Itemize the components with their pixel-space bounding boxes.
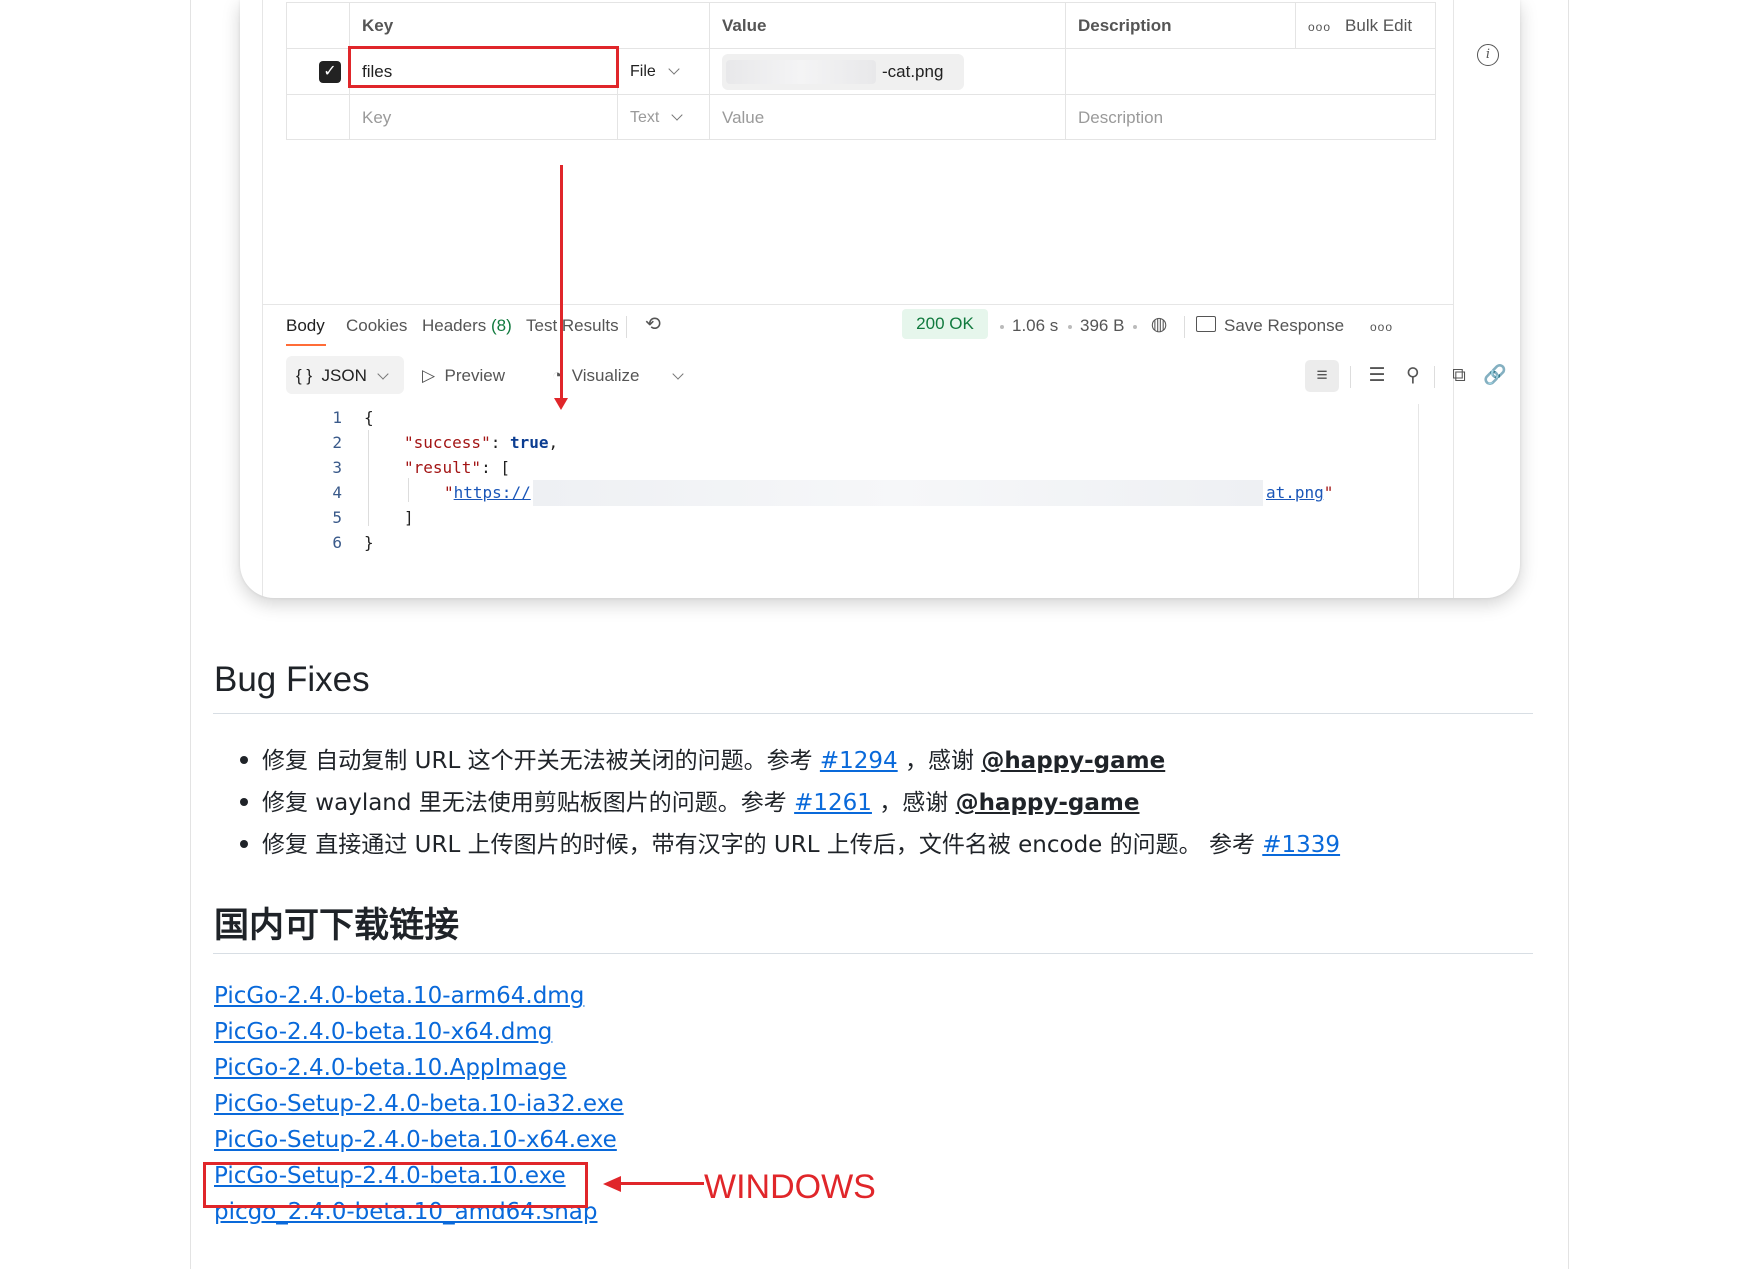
globe-icon[interactable]: ◍ (1146, 312, 1172, 338)
issue-link[interactable]: #1339 (1262, 832, 1340, 858)
play-icon: ▷ (422, 366, 436, 385)
download-link-x64-exe[interactable]: PicGo-Setup-2.4.0-beta.10-x64.exe (214, 1127, 617, 1153)
table-row-placeholder: Key Text Value Description (287, 95, 1435, 140)
type-select-placeholder[interactable]: Text (617, 95, 709, 140)
download-link-x64-dmg[interactable]: PicGo-2.4.0-beta.10-x64.dmg (214, 1019, 552, 1045)
description-placeholder[interactable]: Description (1065, 95, 1435, 140)
issue-link[interactable]: #1261 (794, 790, 872, 816)
downloads-heading: 国内可下载链接 (214, 906, 460, 946)
tab-cookies[interactable]: Cookies (346, 316, 407, 336)
filter-icon[interactable]: ☰ (1364, 363, 1390, 389)
key-placeholder[interactable]: Key (349, 95, 617, 140)
response-size[interactable]: 396 B (1080, 316, 1124, 336)
description-input[interactable] (1065, 49, 1435, 94)
braces-icon: { } (296, 366, 313, 385)
response-time[interactable]: 1.06 s (1012, 316, 1058, 336)
visualize-dropdown[interactable] (660, 366, 684, 386)
info-icon[interactable]: i (1477, 44, 1499, 66)
list-item: 修复 wayland 里无法使用剪贴板图片的问题。参考 #1261 ，感谢 @h… (262, 790, 1140, 816)
more-icon: ooo (1308, 20, 1332, 34)
list-item: 修复 直接通过 URL 上传图片的时候，带有汉字的 URL 上传后，文件名被 e… (262, 832, 1341, 858)
page-border-right (1568, 0, 1569, 1269)
wrap-lines-icon[interactable]: ≡ (1309, 363, 1335, 389)
annotation-arrow-down (560, 165, 563, 403)
user-link[interactable]: @happy-game (956, 790, 1140, 816)
table-header-row: Key Value Description ooo Bulk Edit (287, 3, 1435, 49)
copy-icon[interactable]: ⧉ (1446, 363, 1472, 389)
history-icon[interactable]: ⟲ (640, 312, 666, 338)
annotation-arrowhead-left (603, 1176, 621, 1192)
tab-test-results[interactable]: Test Results (526, 316, 619, 336)
tab-body[interactable]: Body (286, 316, 325, 336)
annotation-box-key (348, 46, 619, 88)
header-key: Key (349, 3, 709, 48)
more-options-icon[interactable]: ooo (1370, 320, 1393, 334)
link-icon[interactable]: 🔗 (1482, 363, 1508, 389)
preview-button[interactable]: ▷ Preview (422, 366, 505, 386)
chevron-down-icon (377, 368, 389, 380)
tab-headers[interactable]: Headers (8) (422, 316, 512, 336)
chevron-down-icon (671, 109, 684, 121)
result-url[interactable]: "https:// (444, 483, 531, 502)
postman-screenshot: i Key Value Description ooo Bulk Edit ✓ f… (240, 0, 1520, 598)
page-border-left (190, 0, 191, 1269)
annotation-arrowhead (554, 398, 568, 410)
bulk-edit-button[interactable]: ooo Bulk Edit (1295, 3, 1435, 48)
bug-fixes-heading: Bug Fixes (214, 660, 370, 699)
type-select[interactable]: File (617, 49, 709, 94)
download-link-arm64-dmg[interactable]: PicGo-2.4.0-beta.10-arm64.dmg (214, 983, 584, 1009)
list-item: 修复 自动复制 URL 这个开关无法被关闭的问题。参考 #1294 ，感谢 @h… (262, 748, 1166, 774)
annotation-box-windows (203, 1162, 588, 1208)
download-link-ia32-exe[interactable]: PicGo-Setup-2.4.0-beta.10-ia32.exe (214, 1091, 624, 1117)
header-description: Description (1065, 3, 1295, 48)
save-response-button[interactable]: Save Response (1196, 316, 1344, 336)
redacted-filename (726, 60, 876, 84)
chevron-down-icon (668, 63, 680, 75)
value-file-field[interactable]: -cat.png (709, 49, 1065, 94)
visualize-button[interactable]: ◔ Visualize (552, 366, 639, 386)
search-icon[interactable]: ⚲ (1400, 363, 1426, 389)
user-link[interactable]: @happy-game (981, 748, 1165, 774)
annotation-label: WINDOWS (704, 1168, 876, 1206)
row-checkbox[interactable]: ✓ (319, 61, 341, 83)
redacted-url (533, 480, 1263, 506)
annotation-arrow-left (620, 1182, 704, 1185)
json-format[interactable]: { } JSON (296, 366, 389, 386)
value-placeholder[interactable]: Value (709, 95, 1065, 140)
chevron-down-icon (672, 368, 684, 380)
issue-link[interactable]: #1294 (820, 748, 898, 774)
header-value: Value (709, 3, 1065, 48)
active-tab-indicator (286, 344, 326, 346)
download-link-appimage[interactable]: PicGo-2.4.0-beta.10.AppImage (214, 1055, 567, 1081)
save-icon (1196, 316, 1216, 332)
status-badge: 200 OK (902, 309, 988, 339)
